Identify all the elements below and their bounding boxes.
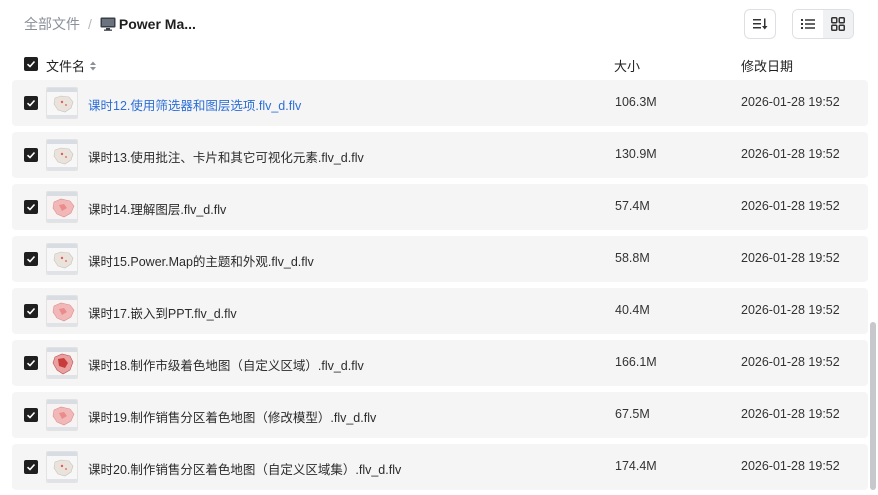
sort-lines-icon (753, 18, 768, 30)
video-thumbnail[interactable] (46, 191, 78, 223)
view-toggle (792, 9, 854, 39)
file-checkbox[interactable] (24, 200, 38, 214)
file-size: 166.1M (615, 355, 657, 369)
check-icon (26, 151, 36, 159)
file-date: 2026-01-28 19:52 (741, 199, 840, 213)
check-icon (26, 307, 36, 315)
list-view-icon (801, 19, 815, 29)
file-size: 174.4M (615, 459, 657, 473)
check-icon (26, 99, 36, 107)
map-thumbnail-image (47, 88, 77, 118)
list-view-button[interactable] (793, 10, 823, 38)
map-thumbnail-image (47, 400, 77, 430)
column-name-header[interactable]: 文件名 (46, 56, 97, 75)
breadcrumb-root[interactable]: 全部文件 (24, 14, 80, 34)
file-name[interactable]: 课时19.制作销售分区着色地图（修改模型）.flv_d.flv (88, 407, 376, 426)
file-checkbox[interactable] (24, 96, 38, 110)
file-name[interactable]: 课时17.嵌入到PPT.flv_d.flv (88, 303, 237, 322)
file-date: 2026-01-28 19:52 (741, 459, 840, 473)
video-thumbnail[interactable] (46, 451, 78, 483)
select-all-checkbox[interactable] (24, 57, 38, 71)
column-date-header[interactable]: 修改日期 (741, 56, 793, 75)
file-checkbox[interactable] (24, 356, 38, 370)
file-row[interactable]: 课时13.使用批注、卡片和其它可视化元素.flv_d.flv 130.9M 2026… (12, 132, 868, 178)
breadcrumb: 全部文件 / Power Ma... (24, 14, 196, 34)
file-date: 2026-01-28 19:52 (741, 407, 840, 421)
file-size: 58.8M (615, 251, 650, 265)
map-thumbnail-image (47, 296, 77, 326)
file-date: 2026-01-28 19:52 (741, 95, 840, 109)
file-row[interactable]: 课时19.制作销售分区着色地图（修改模型）.flv_d.flv 67.5M 2026… (12, 392, 868, 438)
file-date: 2026-01-28 19:52 (741, 147, 840, 161)
file-name[interactable]: 课时12.使用筛选器和图层选项.flv_d.flv (88, 95, 301, 114)
video-thumbnail[interactable] (46, 243, 78, 275)
sort-arrows-icon (90, 61, 97, 70)
column-name-label: 文件名 (46, 59, 86, 74)
file-row[interactable]: 课时20.制作销售分区着色地图（自定义区域集）.flv_d.flv 174.4M 2… (12, 444, 868, 490)
file-list: 课时12.使用筛选器和图层选项.flv_d.flv 106.3M 2026-01-2… (12, 80, 868, 495)
file-row[interactable]: 课时17.嵌入到PPT.flv_d.flv 40.4M 2026-01-28 19:… (12, 288, 868, 334)
file-date: 2026-01-28 19:52 (741, 251, 840, 265)
file-name[interactable]: 课时14.理解图层.flv_d.flv (88, 199, 226, 218)
column-header: 文件名 大小 修改日期 (12, 50, 868, 80)
breadcrumb-current: Power Ma... (100, 16, 196, 32)
video-thumbnail[interactable] (46, 139, 78, 171)
file-row[interactable]: 课时18.制作市级着色地图（自定义区域）.flv_d.flv 166.1M 2026… (12, 340, 868, 386)
check-icon (26, 60, 36, 68)
map-thumbnail-image (47, 244, 77, 274)
file-size: 57.4M (615, 199, 650, 213)
scrollbar-thumb[interactable] (870, 322, 876, 490)
check-icon (26, 203, 36, 211)
breadcrumb-separator: / (88, 16, 92, 32)
file-checkbox[interactable] (24, 148, 38, 162)
file-checkbox[interactable] (24, 252, 38, 266)
check-icon (26, 411, 36, 419)
computer-icon (100, 17, 116, 31)
grid-view-icon (831, 17, 845, 31)
top-bar: 全部文件 / Power Ma... (0, 0, 878, 48)
file-checkbox[interactable] (24, 304, 38, 318)
file-size: 40.4M (615, 303, 650, 317)
column-size-header[interactable]: 大小 (614, 56, 640, 75)
map-thumbnail-image (47, 452, 77, 482)
file-name[interactable]: 课时20.制作销售分区着色地图（自定义区域集）.flv_d.flv (88, 459, 401, 478)
grid-view-button[interactable] (823, 10, 853, 38)
sort-button[interactable] (744, 9, 776, 39)
file-size: 130.9M (615, 147, 657, 161)
file-checkbox[interactable] (24, 408, 38, 422)
file-row[interactable]: 课时12.使用筛选器和图层选项.flv_d.flv 106.3M 2026-01-2… (12, 80, 868, 126)
file-date: 2026-01-28 19:52 (741, 355, 840, 369)
file-name[interactable]: 课时15.Power.Map的主题和外观.flv_d.flv (88, 251, 314, 270)
file-row[interactable]: 课时15.Power.Map的主题和外观.flv_d.flv 58.8M 2026-… (12, 236, 868, 282)
file-checkbox[interactable] (24, 460, 38, 474)
file-date: 2026-01-28 19:52 (741, 303, 840, 317)
check-icon (26, 255, 36, 263)
video-thumbnail[interactable] (46, 87, 78, 119)
file-size: 67.5M (615, 407, 650, 421)
map-thumbnail-image (47, 140, 77, 170)
check-icon (26, 463, 36, 471)
video-thumbnail[interactable] (46, 399, 78, 431)
video-thumbnail[interactable] (46, 295, 78, 327)
file-name[interactable]: 课时13.使用批注、卡片和其它可视化元素.flv_d.flv (88, 147, 364, 166)
breadcrumb-current-label: Power Ma... (118, 16, 196, 32)
map-thumbnail-image (47, 192, 77, 222)
file-name[interactable]: 课时18.制作市级着色地图（自定义区域）.flv_d.flv (88, 355, 364, 374)
video-thumbnail[interactable] (46, 347, 78, 379)
map-thumbnail-image (47, 348, 77, 378)
file-row[interactable]: 课时14.理解图层.flv_d.flv 57.4M 2026-01-28 19:52 (12, 184, 868, 230)
check-icon (26, 359, 36, 367)
file-size: 106.3M (615, 95, 657, 109)
